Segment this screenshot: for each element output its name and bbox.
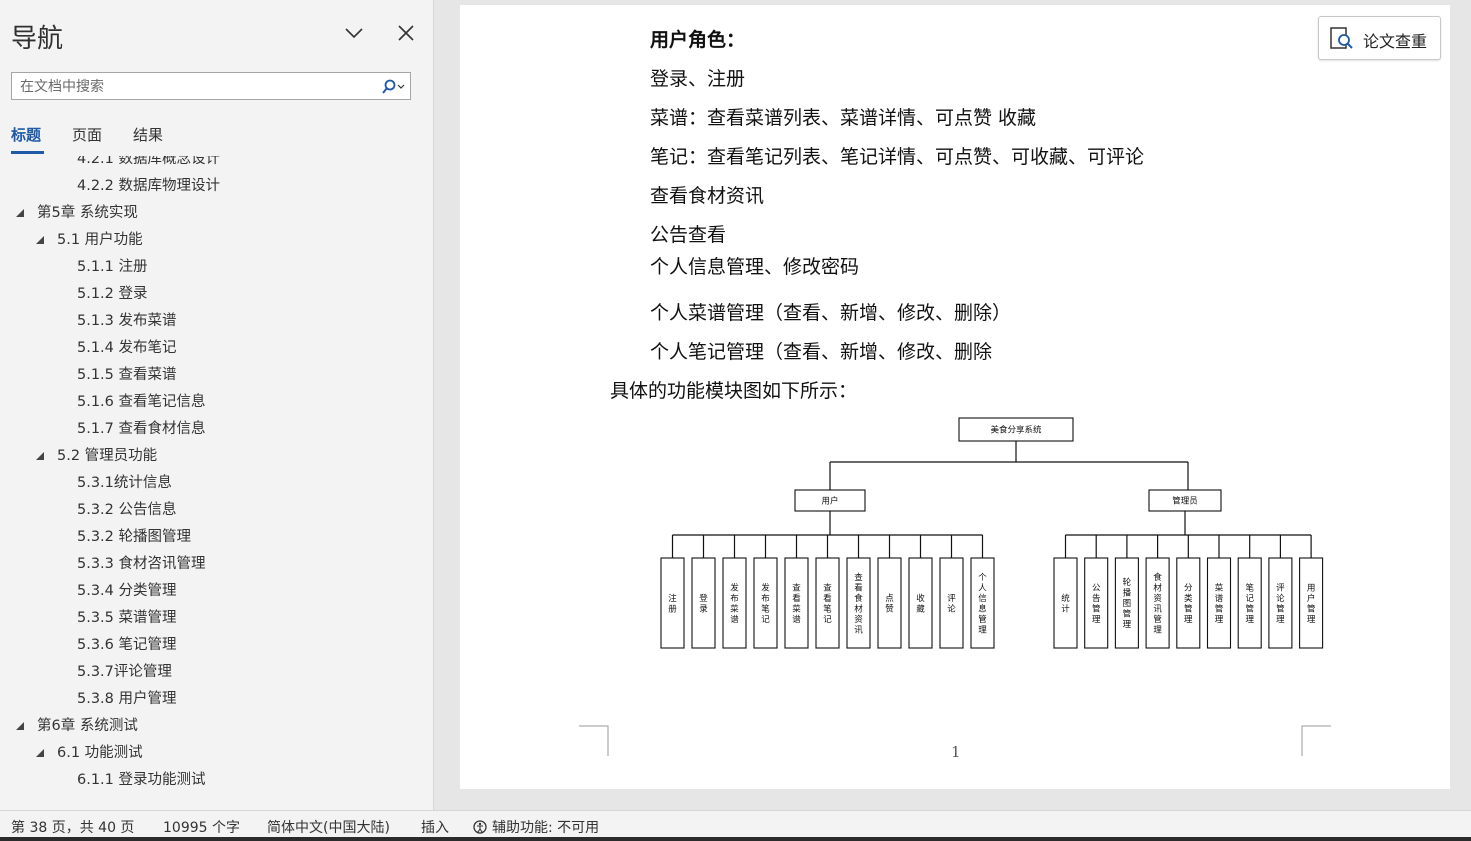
outline-item[interactable]: 5.1.2 登录 bbox=[0, 282, 430, 306]
outline-item-label: 第5章 系统实现 bbox=[37, 205, 138, 221]
outline-item[interactable]: 第5章 系统实现 bbox=[0, 201, 430, 225]
outline-item[interactable]: 5.1.5 查看菜谱 bbox=[0, 363, 430, 387]
outline-item-label: 5.3.1统计信息 bbox=[77, 475, 172, 491]
outline-item-label: 5.1.7 查看食材信息 bbox=[77, 421, 206, 437]
collapse-triangle-icon[interactable] bbox=[35, 748, 45, 758]
active-tab-indicator bbox=[11, 151, 44, 154]
outline-item-label: 5.1.5 查看菜谱 bbox=[77, 367, 177, 383]
outline-item[interactable]: 5.3.1统计信息 bbox=[0, 471, 430, 495]
collapse-triangle-icon[interactable] bbox=[35, 451, 45, 461]
outline-item-label: 5.1.2 登录 bbox=[77, 286, 148, 302]
outline-item[interactable]: 5.1 用户功能 bbox=[0, 228, 430, 252]
collapse-triangle-icon[interactable] bbox=[15, 208, 25, 218]
outline-item-label: 5.2 管理员功能 bbox=[57, 448, 158, 464]
outline-item-label: 5.3.8 用户管理 bbox=[77, 691, 177, 707]
outline-item-label: 5.3.5 菜谱管理 bbox=[77, 610, 177, 626]
tab-headings[interactable]: 标题 bbox=[11, 124, 41, 145]
outline-item[interactable]: 5.3.2 轮播图管理 bbox=[0, 525, 430, 549]
tab-pages[interactable]: 页面 bbox=[72, 124, 102, 145]
outline-item-label: 5.1.3 发布菜谱 bbox=[77, 313, 177, 329]
collapse-triangle-icon[interactable] bbox=[15, 721, 25, 731]
outline-item[interactable]: 第6章 系统测试 bbox=[0, 714, 430, 738]
outline-item-label: 6.1 功能测试 bbox=[57, 745, 143, 761]
plagiarism-check-button[interactable]: 论文查重 bbox=[1318, 16, 1441, 60]
outline-item-label: 4.2.2 数据库物理设计 bbox=[77, 178, 221, 194]
outline-item-label: 5.3.4 分类管理 bbox=[77, 583, 177, 599]
outline-item[interactable]: 5.1.6 查看笔记信息 bbox=[0, 390, 430, 414]
collapse-triangle-icon[interactable] bbox=[35, 235, 45, 245]
search-box bbox=[11, 72, 411, 100]
plagiarism-check-label: 论文查重 bbox=[1363, 32, 1428, 51]
outline-item[interactable]: 6.1.1 登录功能测试 bbox=[0, 768, 430, 792]
outline-item-label: 5.1.6 查看笔记信息 bbox=[77, 394, 206, 410]
taskbar-edge bbox=[0, 837, 1471, 841]
outline-item[interactable]: 5.1.4 发布笔记 bbox=[0, 336, 430, 360]
search-options-button[interactable] bbox=[374, 76, 408, 98]
outline-item-label: 6.1.1 登录功能测试 bbox=[77, 772, 206, 788]
outline-item-label: 5.1 用户功能 bbox=[57, 232, 143, 248]
word-count-status[interactable]: 10995 个字 bbox=[163, 817, 240, 837]
outline-item[interactable]: 5.1.1 注册 bbox=[0, 255, 430, 279]
outline-item-label: 第6章 系统测试 bbox=[37, 718, 138, 734]
outline-item-label: 4.2.1 数据库概念设计 bbox=[77, 156, 221, 167]
heading-outline: 4.2.1 数据库概念设计 4.2.2 数据库物理设计第5章 系统实现 5.1 用户… bbox=[0, 156, 433, 810]
close-icon[interactable] bbox=[395, 22, 417, 44]
nav-title: 导航 bbox=[11, 24, 64, 54]
outline-item[interactable]: 5.3.8 用户管理 bbox=[0, 687, 430, 711]
chevron-down-icon[interactable] bbox=[343, 22, 365, 44]
language-status[interactable]: 简体中文(中国大陆) bbox=[267, 817, 390, 837]
outline-item[interactable]: 5.3.2 公告信息 bbox=[0, 498, 430, 522]
search-input[interactable] bbox=[18, 76, 372, 98]
outline-item[interactable]: 5.3.7评论管理 bbox=[0, 660, 430, 684]
outline-item-label: 5.3.2 轮播图管理 bbox=[77, 529, 192, 545]
outline-item[interactable]: 5.2 管理员功能 bbox=[0, 444, 430, 468]
accessibility-label: 辅助功能: 不可用 bbox=[492, 820, 600, 836]
input-mode-status[interactable]: 插入 bbox=[421, 817, 449, 837]
outline-item[interactable]: 5.1.3 发布菜谱 bbox=[0, 309, 430, 333]
outline-item[interactable]: 5.3.5 菜谱管理 bbox=[0, 606, 430, 630]
outline-item-label: 5.1.1 注册 bbox=[77, 259, 148, 275]
outline-item[interactable]: 4.2.2 数据库物理设计 bbox=[0, 174, 430, 198]
status-bar: 第 38 页，共 40 页 10995 个字 简体中文(中国大陆) 插入 辅助功… bbox=[0, 810, 1471, 838]
outline-item-label: 5.3.7评论管理 bbox=[77, 664, 172, 680]
outline-item[interactable]: 5.3.6 笔记管理 bbox=[0, 633, 430, 657]
tab-results[interactable]: 结果 bbox=[133, 124, 163, 145]
search-icon bbox=[382, 79, 405, 94]
outline-item-label: 5.3.6 笔记管理 bbox=[77, 637, 177, 653]
page-number: 1 bbox=[951, 743, 961, 761]
outline-item[interactable]: 6.1 功能测试 bbox=[0, 741, 430, 765]
navigation-pane: 导航 标题 页面 结果 4.2.1 数据库概念设计 4.2.2 数据库物理设计第5… bbox=[0, 0, 434, 810]
outline-item[interactable]: 5.3.4 分类管理 bbox=[0, 579, 430, 603]
accessibility-icon bbox=[473, 820, 487, 834]
page-margin-marks bbox=[579, 725, 1331, 756]
outline-item-label: 5.3.2 公告信息 bbox=[77, 502, 177, 518]
accessibility-status[interactable]: 辅助功能: 不可用 bbox=[472, 817, 599, 837]
document-page[interactable]: 用户角色： 登录、注册 菜谱：查看菜谱列表、菜谱详情、可点赞 收藏 笔记：查看笔… bbox=[460, 5, 1450, 789]
page-count-status[interactable]: 第 38 页，共 40 页 bbox=[11, 817, 134, 837]
outline-item[interactable]: 4.2.1 数据库概念设计 bbox=[0, 156, 430, 171]
document-search-icon bbox=[1330, 27, 1353, 49]
outline-item[interactable]: 5.1.7 查看食材信息 bbox=[0, 417, 430, 441]
outline-item-label: 5.1.4 发布笔记 bbox=[77, 340, 177, 356]
outline-item-label: 5.3.3 食材咨讯管理 bbox=[77, 556, 206, 572]
outline-item[interactable]: 5.3.3 食材咨讯管理 bbox=[0, 552, 430, 576]
